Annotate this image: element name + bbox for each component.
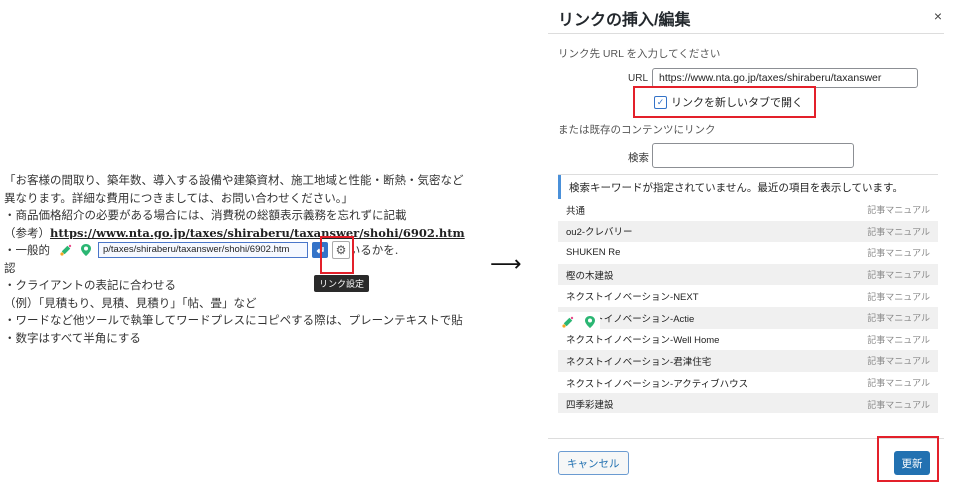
dialog-title: リンクの挿入/編集 (558, 12, 691, 29)
highlight-box-new-tab (633, 86, 816, 118)
reference-prefix: （参考） (4, 225, 50, 240)
search-label: 検索 (628, 152, 649, 164)
url-section-label: リンク先 URL を入力してください (558, 48, 721, 60)
highlight-box-update (877, 436, 939, 482)
result-title: ネクストイノベーション-Well Home (566, 335, 720, 347)
link-settings-tooltip: リンク設定 (314, 275, 370, 292)
editor-line: 異なります。詳細な費用につきましては、お問い合わせください。」 (4, 190, 354, 205)
result-row[interactable]: ou2-クレバリー 記事マニュアル (558, 220, 938, 243)
existing-content-label: または既存のコンテンツにリンク (558, 124, 716, 136)
location-pin-icon[interactable] (78, 242, 94, 258)
result-title: ネクストイノベーション-君津住宅 (566, 356, 712, 368)
editor-line-start: ・一般的 (4, 243, 50, 257)
editor-line: ・ワードなど他ツールで執筆してワードプレスにコピペする際は、プレーンテキストで貼 (4, 313, 463, 327)
url-field[interactable]: https://www.nta.go.jp/taxes/shiraberu/ta… (652, 68, 918, 88)
result-type: 記事マニュアル (867, 399, 930, 410)
result-row[interactable]: 四季彩建設 記事マニュアル (558, 393, 938, 413)
results-list[interactable]: 検索キーワードが指定されていません。最近の項目を表示しています。 共通記事マニュ… (558, 174, 938, 413)
result-title: ou2-クレバリー (566, 227, 633, 239)
close-icon[interactable]: × (934, 8, 942, 24)
result-row[interactable]: ネクストイノベーション-君津住宅 記事マニュアル (558, 350, 938, 372)
link-dialog: リンクの挿入/編集 × リンク先 URL を入力してください URL https… (548, 0, 952, 484)
result-type: 記事マニュアル (867, 334, 930, 345)
inline-link-toolbar: p/taxes/shiraberu/taxanswer/shohi/6902.h… (56, 239, 352, 261)
result-title: 樫の木建設 (566, 270, 614, 282)
reference-link[interactable]: https://www.nta.go.jp/taxes/shiraberu/ta… (50, 226, 465, 240)
cancel-button[interactable]: キャンセル (558, 451, 629, 475)
editor-line: 「お客様の間取り、築年数、導入する設備や建築資材、施工地域と性能・断熱・気密など (4, 173, 464, 187)
pencil-icon[interactable] (560, 314, 576, 330)
inline-url-input[interactable]: p/taxes/shiraberu/taxanswer/shohi/6902.h… (98, 242, 308, 258)
result-title: ネクストイノベーション-アクティブハウス (566, 378, 749, 390)
result-title: ネクストイノベーション-NEXT (566, 292, 699, 304)
result-row[interactable]: ネクストイノベーション-Actie 記事マニュアル (558, 306, 938, 329)
results-notice: 検索キーワードが指定されていません。最近の項目を表示しています。 (558, 175, 938, 199)
editor-line: ・数字はすべて半角にする (4, 330, 141, 345)
result-type: 記事マニュアル (867, 226, 930, 237)
result-row[interactable]: ネクストイノベーション-アクティブハウス 記事マニュアル (558, 372, 938, 394)
result-title: 共通 (566, 205, 586, 217)
editor-line: ・クライアントの表記に合わせる (4, 278, 177, 292)
result-title: SHUKEN Re (566, 247, 621, 259)
result-type: 記事マニュアル (867, 378, 930, 389)
pencil-icon[interactable] (58, 242, 74, 258)
result-type: 記事マニュアル (867, 205, 930, 216)
transition-arrow: ⟶ (490, 252, 522, 277)
floating-toolbar (558, 312, 600, 332)
editor-line: 認 (4, 260, 16, 275)
result-type: 記事マニュアル (867, 291, 930, 302)
result-row[interactable]: ネクストイノベーション-NEXT 記事マニュアル (558, 285, 938, 307)
result-type: 記事マニュアル (867, 270, 930, 281)
highlight-box-settings (320, 236, 354, 274)
result-row[interactable]: SHUKEN Re 記事マニュアル (558, 242, 938, 264)
result-type: 記事マニュアル (867, 248, 930, 259)
url-label: URL (628, 73, 649, 84)
header-divider (548, 33, 944, 34)
result-type: 記事マニュアル (867, 313, 930, 324)
result-title: 四季彩建設 (566, 400, 614, 412)
editor-line: ・商品価格紹介の必要がある場合には、消費税の総額表示義務を忘れずに記載 (4, 208, 407, 222)
location-pin-icon[interactable] (582, 314, 598, 330)
result-row[interactable]: ネクストイノベーション-Well Home 記事マニュアル (558, 329, 938, 351)
result-row[interactable]: 樫の木建設 記事マニュアル (558, 263, 938, 286)
search-input[interactable] (652, 143, 854, 168)
result-type: 記事マニュアル (867, 356, 930, 367)
result-row[interactable]: 共通 記事マニュアル (558, 199, 938, 221)
editor-line: （例）「見積もり、見積、見積り」「帖、畳」など (4, 295, 257, 310)
